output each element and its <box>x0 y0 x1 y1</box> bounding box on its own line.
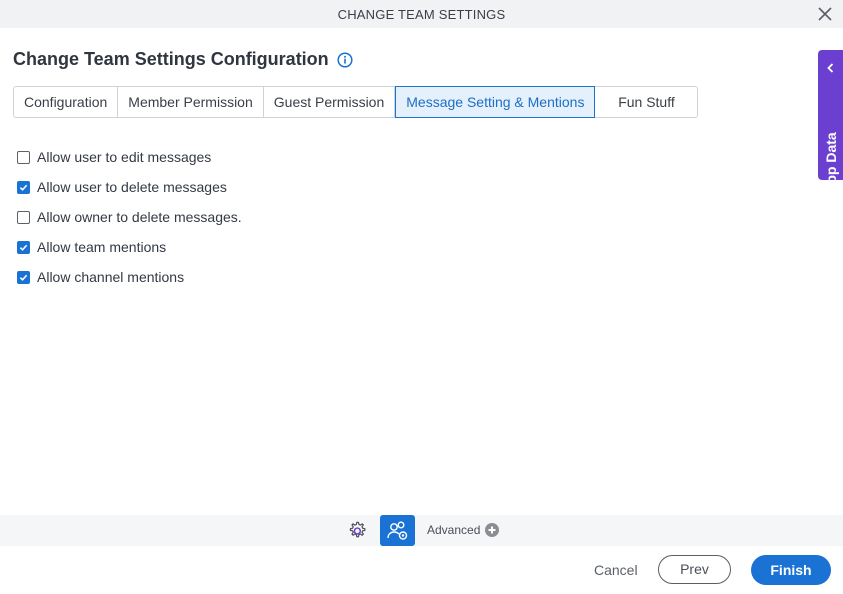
app-data-panel-toggle[interactable]: App Data <box>818 50 843 194</box>
tab-bar: Configuration Member Permission Guest Pe… <box>13 86 699 118</box>
option-team-mentions[interactable]: Allow team mentions <box>17 232 242 262</box>
page-heading: Change Team Settings Configuration <box>13 49 353 70</box>
option-label: Allow channel mentions <box>37 269 185 285</box>
finish-button[interactable]: Finish <box>751 555 831 585</box>
checkbox-delete-messages[interactable] <box>17 180 30 194</box>
option-label: Allow user to edit messages <box>37 149 212 165</box>
check-icon <box>19 274 28 281</box>
option-owner-delete-messages[interactable]: Allow owner to delete messages. <box>17 202 242 232</box>
chevron-left-icon <box>827 63 834 73</box>
tab-member-permission[interactable]: Member Permission <box>118 87 264 117</box>
prev-button[interactable]: Prev <box>658 555 731 584</box>
advanced-label: Advanced <box>427 523 481 537</box>
plus-circle-icon <box>485 523 500 537</box>
info-icon[interactable] <box>337 51 353 68</box>
option-label: Allow owner to delete messages. <box>37 209 242 225</box>
tab-fun-stuff[interactable]: Fun Stuff <box>595 87 697 117</box>
option-channel-mentions[interactable]: Allow channel mentions <box>17 262 242 292</box>
team-settings-icon <box>386 521 407 540</box>
checkbox-channel-mentions[interactable] <box>17 270 30 284</box>
option-label: Allow user to delete messages <box>37 179 227 195</box>
close-icon[interactable] <box>817 6 833 22</box>
page-title: Change Team Settings Configuration <box>13 49 329 69</box>
app-data-label: App Data <box>822 132 839 194</box>
message-options: Allow user to edit messages Allow user t… <box>17 142 242 292</box>
tab-message-setting-mentions[interactable]: Message Setting & Mentions <box>395 86 596 118</box>
option-delete-messages[interactable]: Allow user to delete messages <box>17 172 242 202</box>
tab-configuration[interactable]: Configuration <box>14 87 119 117</box>
bottom-toolbar <box>0 515 843 546</box>
checkbox-edit-messages[interactable] <box>17 150 30 164</box>
team-settings-button[interactable] <box>380 515 415 546</box>
advanced-button[interactable]: Advanced <box>427 523 500 537</box>
check-icon <box>19 244 28 251</box>
gear-icon[interactable] <box>346 520 368 542</box>
option-edit-messages[interactable]: Allow user to edit messages <box>17 142 242 172</box>
cancel-button[interactable]: Cancel <box>594 562 638 578</box>
check-icon <box>19 184 28 191</box>
checkbox-team-mentions[interactable] <box>17 240 30 254</box>
tab-guest-permission[interactable]: Guest Permission <box>264 87 396 117</box>
window-title: CHANGE TEAM SETTINGS <box>337 6 506 22</box>
title-bar: CHANGE TEAM SETTINGS <box>0 0 843 28</box>
option-label: Allow team mentions <box>37 239 167 255</box>
checkbox-owner-delete-messages[interactable] <box>17 210 30 224</box>
